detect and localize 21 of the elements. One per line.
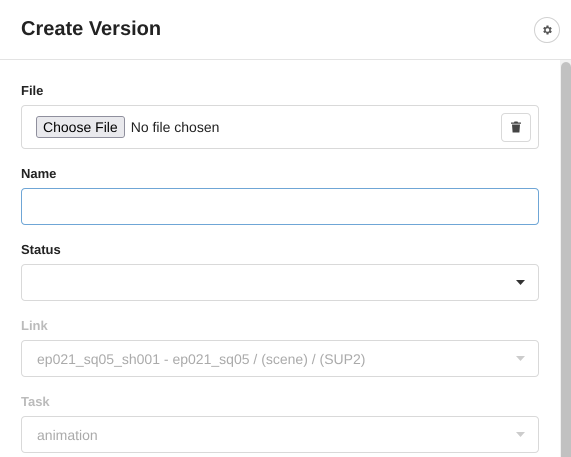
caret-icon	[516, 356, 525, 361]
name-field[interactable]	[21, 188, 539, 225]
field-label: File	[21, 83, 44, 98]
select-value: animation	[37, 426, 98, 442]
caret-icon	[516, 280, 525, 285]
settings-icon	[541, 24, 553, 36]
field-label: Link	[21, 318, 48, 333]
settings-button[interactable]	[534, 16, 560, 42]
trash-icon	[511, 121, 521, 133]
field-label: Status	[21, 242, 61, 257]
caret-icon	[516, 432, 525, 437]
select-field[interactable]	[21, 264, 539, 301]
scrollbar[interactable]	[561, 62, 571, 457]
window-title: Create Version	[21, 18, 162, 41]
file-field[interactable]: Choose File No file chosen	[21, 105, 539, 149]
field-label: Task	[21, 394, 50, 409]
file-status: No file chosen	[130, 119, 220, 135]
select-value: ep021_sq05_sh001 - ep021_sq05 / (scene) / (SUP2)	[37, 350, 366, 366]
field-label: Name	[21, 166, 56, 181]
choose-file-button[interactable]: Choose File	[36, 116, 125, 138]
delete-button[interactable]	[501, 112, 531, 142]
